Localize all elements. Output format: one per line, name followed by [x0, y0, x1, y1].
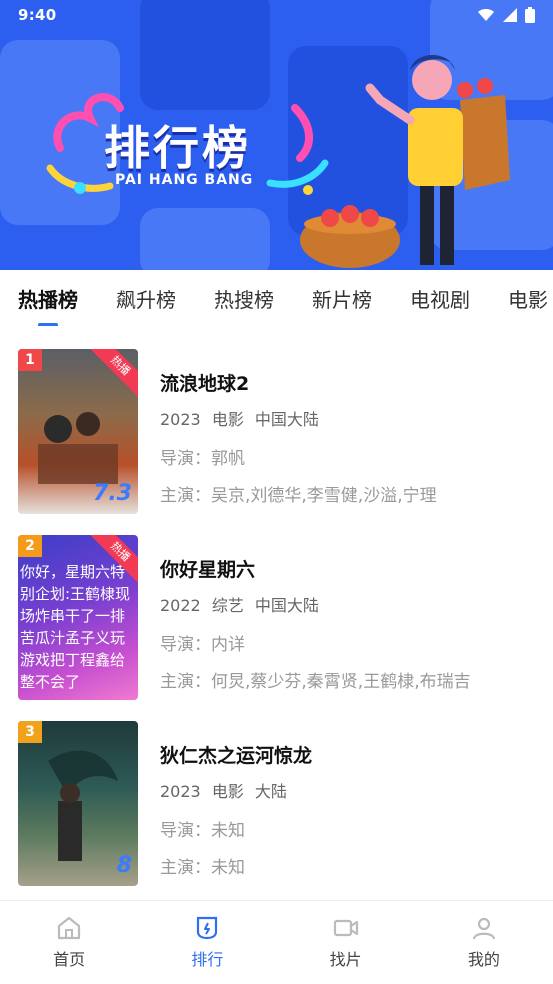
rank-badge: 1	[18, 349, 42, 371]
status-time: 9:40	[18, 6, 57, 24]
item-info: 你好星期六 2022 综艺 中国大陆 导演：内详 主演：何炅,蔡少芬,秦霄贤,王…	[160, 535, 471, 707]
poster-image: 3 8	[18, 721, 138, 886]
list-item[interactable]: 2 热播 你好，星期六特别企划:王鹤棣现场炸串干了一排苦瓜汁孟子义玩游戏把丁程鑫…	[0, 521, 553, 707]
nav-profile-label: 我的	[467, 949, 500, 969]
tab-new-release[interactable]: 新片榜	[312, 284, 372, 313]
ranking-icon	[197, 916, 218, 939]
signal-icon	[503, 8, 517, 22]
item-info: 狄仁杰之运河惊龙 2023 电影 大陆 导演：未知 主演：未知	[160, 721, 312, 893]
ranking-tabs: 热播榜 飙升榜 热搜榜 新片榜 电视剧 电影	[0, 270, 553, 326]
item-title: 流浪地球2	[160, 373, 250, 395]
list-item[interactable]: 3 8 狄仁杰之运河惊龙 2023 电影 大陆 导演：未知 主演：未知	[0, 707, 553, 893]
tab-tv-series[interactable]: 电视剧	[410, 284, 470, 313]
item-info: 流浪地球2 2023 电影 中国大陆 导演：郭帆 主演：吴京,刘德华,李雪健,沙…	[160, 349, 437, 521]
poster-image: 2 热播 你好，星期六特别企划:王鹤棣现场炸串干了一排苦瓜汁孟子义玩游戏把丁程鑫…	[18, 535, 138, 700]
status-bar: 9:40	[0, 0, 553, 30]
item-type: 综艺	[211, 596, 244, 615]
tab-rising[interactable]: 飙升榜	[116, 284, 176, 313]
item-year: 2023	[160, 410, 201, 429]
nav-ranking-label: 排行	[191, 949, 224, 969]
item-meta: 2023 电影 中国大陆	[160, 406, 437, 430]
ranking-banner: 排行榜 PAI HANG BANG	[0, 0, 553, 270]
banner-bg-card	[140, 208, 270, 270]
item-meta: 2022 综艺 中国大陆	[160, 592, 471, 616]
item-title: 狄仁杰之运河惊龙	[160, 745, 313, 767]
banner-subtitle: PAI HANG BANG	[115, 172, 254, 188]
item-director: 导演：郭帆	[160, 449, 245, 469]
nav-home-label: 首页	[53, 949, 86, 969]
item-type: 电影	[211, 782, 244, 801]
tab-movie[interactable]: 电影	[508, 284, 548, 313]
poster-image: 1 热播 7.3	[18, 349, 138, 514]
ranking-list: 1 热播 7.3 流浪地球2 2023 电影 中国大陆 导演：郭帆 主演：吴京,…	[0, 335, 553, 893]
wifi-icon	[478, 9, 494, 21]
poster-caption: 你好，星期六特别企划:王鹤棣现场炸串干了一排苦瓜汁孟子义玩游戏把丁程鑫给整不会了	[20, 563, 131, 691]
nav-ranking[interactable]: 排行	[162, 916, 252, 970]
list-item[interactable]: 1 热播 7.3 流浪地球2 2023 电影 中国大陆 导演：郭帆 主演：吴京,…	[0, 335, 553, 521]
item-type: 电影	[211, 410, 244, 429]
rank-badge: 2	[18, 535, 42, 557]
nav-find-label: 找片	[329, 949, 362, 969]
item-cast: 主演：吴京,刘德华,李雪健,沙溢,宁理	[160, 486, 437, 506]
item-region: 中国大陆	[254, 410, 319, 429]
item-director: 导演：未知	[160, 821, 245, 841]
tab-hot-play[interactable]: 热播榜	[18, 284, 78, 313]
score-badge: 7.3	[93, 481, 132, 506]
nav-profile[interactable]: 我的	[439, 916, 529, 970]
character-illustration	[300, 55, 510, 268]
score-badge: 8	[116, 853, 132, 878]
rank-badge: 3	[18, 721, 42, 743]
tab-hot-search[interactable]: 热搜榜	[214, 284, 274, 313]
item-cast: 主演：何炅,蔡少芬,秦霄贤,王鹤棣,布瑞吉	[160, 672, 471, 692]
item-meta: 2023 电影 大陆	[160, 778, 312, 802]
home-icon	[58, 916, 81, 939]
nav-find[interactable]: 找片	[301, 916, 391, 970]
item-title: 你好星期六	[160, 559, 256, 581]
user-icon	[472, 917, 495, 939]
video-camera-icon	[333, 919, 358, 936]
item-cast: 主演：未知	[160, 858, 245, 878]
bottom-navigation: 首页 排行 找片 我的	[0, 900, 553, 984]
poster-art	[38, 412, 118, 484]
item-region: 中国大陆	[254, 596, 319, 615]
item-year: 2023	[160, 782, 201, 801]
item-director: 导演：内详	[160, 635, 245, 655]
battery-icon	[525, 7, 535, 23]
nav-home[interactable]: 首页	[24, 916, 114, 970]
item-year: 2022	[160, 596, 201, 615]
banner-title: 排行榜	[104, 121, 251, 175]
item-region: 大陆	[254, 782, 287, 801]
